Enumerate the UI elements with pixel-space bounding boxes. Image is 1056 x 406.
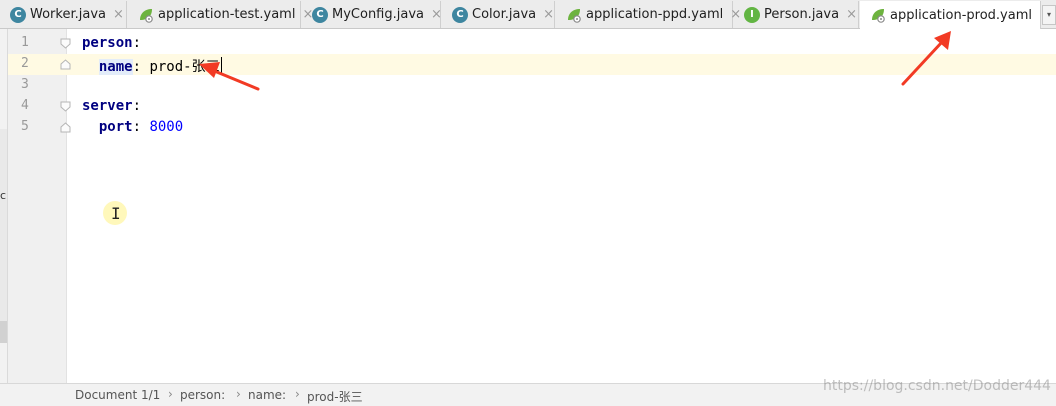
code-text: person: bbox=[82, 35, 141, 51]
fold-close-icon[interactable] bbox=[60, 122, 71, 133]
close-icon[interactable]: × bbox=[113, 8, 124, 21]
yaml-colon: : bbox=[132, 98, 142, 114]
java-interface-icon: I bbox=[744, 6, 760, 23]
code-line[interactable]: 3 bbox=[8, 75, 1056, 96]
tab-label: application-ppd.yaml bbox=[586, 7, 724, 22]
close-icon[interactable]: × bbox=[846, 8, 857, 21]
code-line-current[interactable]: 2 name: prod-张三 bbox=[8, 54, 1056, 75]
yaml-value: 8000 bbox=[141, 119, 184, 135]
tab-label: MyConfig.java bbox=[332, 7, 424, 22]
tab-person-java[interactable]: I Person.java × bbox=[734, 1, 859, 28]
breadcrumb-item-person[interactable]: person: bbox=[180, 388, 225, 402]
fold-open-icon[interactable] bbox=[60, 38, 71, 49]
java-class-icon: C bbox=[312, 6, 328, 23]
close-icon[interactable]: × bbox=[543, 8, 554, 21]
breadcrumb-item-value[interactable]: prod-张三 bbox=[307, 388, 363, 405]
yaml-colon: : bbox=[132, 119, 142, 135]
line-number: 2 bbox=[21, 56, 29, 71]
code-line[interactable]: 1 person: bbox=[8, 33, 1056, 54]
tab-label: Worker.java bbox=[30, 7, 106, 22]
breadcrumb-separator: › bbox=[236, 387, 241, 401]
yaml-key: name bbox=[98, 59, 133, 75]
breadcrumb-item-name[interactable]: name: bbox=[248, 388, 286, 402]
tab-application-ppd-yaml[interactable]: application-ppd.yaml × bbox=[556, 1, 741, 28]
fold-open-icon[interactable] bbox=[60, 101, 71, 112]
java-class-icon: C bbox=[10, 6, 26, 23]
breadcrumb-separator: › bbox=[168, 387, 173, 401]
yaml-key: person bbox=[82, 35, 133, 51]
tab-label: application-test.yaml bbox=[158, 7, 296, 22]
breadcrumb-separator: › bbox=[295, 387, 300, 401]
line-number: 1 bbox=[21, 35, 29, 50]
tab-color-java[interactable]: C Color.java × bbox=[442, 1, 555, 28]
background-window-strip: c bbox=[0, 29, 8, 406]
tab-worker-java[interactable]: C Worker.java × bbox=[0, 1, 127, 28]
tab-label: Color.java bbox=[472, 7, 537, 22]
yaml-colon: : bbox=[132, 35, 142, 51]
watermark: https://blog.csdn.net/Dodder444 bbox=[823, 378, 1051, 394]
code-text: server: bbox=[82, 98, 141, 114]
java-class-icon: C bbox=[452, 6, 468, 23]
yaml-value: prod-张三 bbox=[141, 59, 220, 75]
line-number: 5 bbox=[21, 119, 29, 134]
tab-application-prod-yaml[interactable]: application-prod.yaml bbox=[860, 1, 1041, 29]
yaml-key: server bbox=[82, 98, 133, 114]
code-line[interactable]: 5 port: 8000 bbox=[8, 117, 1056, 138]
tab-label: application-prod.yaml bbox=[890, 7, 1032, 23]
spring-yaml-icon bbox=[870, 7, 886, 23]
tab-myconfig-java[interactable]: C MyConfig.java × bbox=[302, 1, 442, 28]
text-cursor-icon: I bbox=[111, 204, 121, 223]
spring-yaml-icon bbox=[566, 7, 582, 23]
tab-overflow-dropdown-icon[interactable]: ▾ bbox=[1042, 5, 1056, 25]
line-number: 4 bbox=[21, 98, 29, 113]
tab-application-test-yaml[interactable]: application-test.yaml × bbox=[128, 1, 313, 28]
strip-scroll-segment bbox=[0, 321, 7, 343]
breadcrumb-document[interactable]: Document 1/1 bbox=[75, 388, 160, 402]
strip-char: c bbox=[0, 189, 7, 202]
strip-segment bbox=[0, 129, 7, 329]
spring-yaml-icon bbox=[138, 7, 154, 23]
code-line[interactable]: 4 server: bbox=[8, 96, 1056, 117]
text-caret bbox=[220, 57, 222, 74]
code-text: port: 8000 bbox=[82, 119, 183, 135]
yaml-colon: : bbox=[132, 59, 142, 75]
close-icon[interactable]: × bbox=[431, 8, 442, 21]
editor-tab-bar: C Worker.java × application-test.yaml × … bbox=[0, 0, 1056, 29]
fold-close-icon[interactable] bbox=[60, 59, 71, 70]
tab-label: Person.java bbox=[764, 7, 840, 22]
yaml-key: port bbox=[98, 119, 133, 135]
code-text: name: prod-张三 bbox=[82, 56, 222, 76]
line-number: 3 bbox=[21, 77, 29, 92]
